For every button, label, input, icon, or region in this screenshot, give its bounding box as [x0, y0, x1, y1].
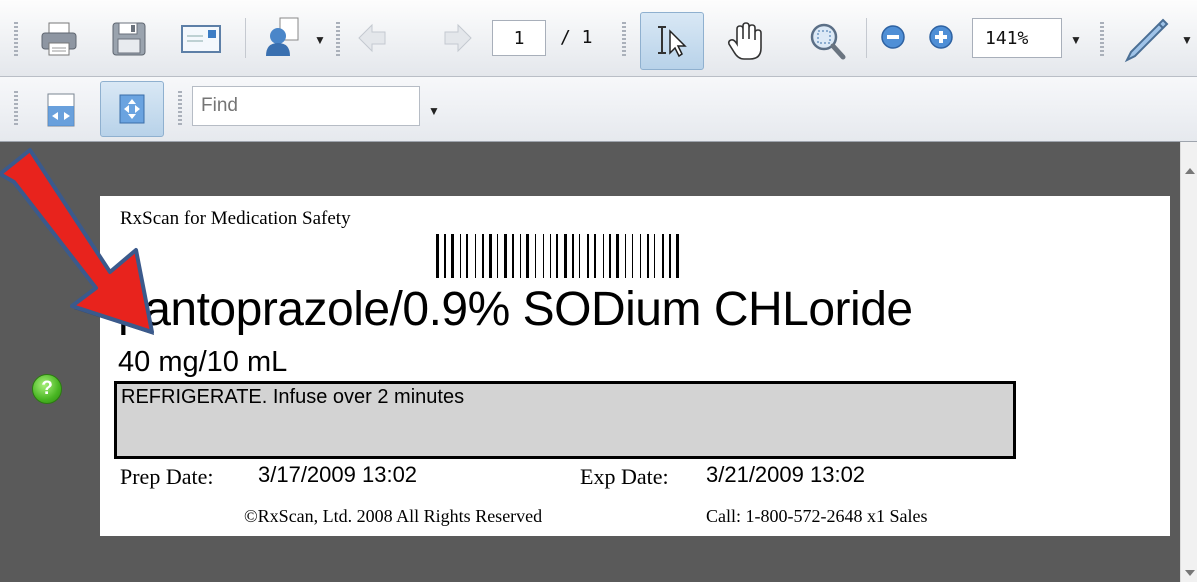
toolbar-separator [245, 18, 246, 58]
print-button[interactable] [36, 16, 82, 62]
toolbar-grip[interactable] [336, 22, 340, 56]
hand-icon [727, 22, 762, 60]
scroll-up-arrow-icon[interactable] [1185, 168, 1195, 174]
arrow-left-icon [358, 23, 386, 53]
exp-date-label: Exp Date: [580, 464, 669, 489]
save-icon [112, 22, 146, 56]
users-dropdown-caret[interactable]: ▼ [314, 33, 326, 47]
find-dropdown-caret[interactable]: ▼ [428, 104, 440, 118]
exp-date-value: 3/21/2009 13:02 [706, 462, 866, 487]
users-icon [266, 17, 299, 56]
prep-date-value: 3/17/2009 13:02 [258, 462, 418, 487]
zoom-out-button[interactable] [878, 22, 908, 52]
save-button[interactable] [106, 16, 152, 62]
zoom-level-field[interactable]: 141% [972, 18, 1062, 58]
prep-date-label: Prep Date: [120, 464, 214, 489]
sign-button[interactable] [1116, 14, 1176, 68]
red-arrow-annotation [0, 148, 154, 335]
instructions-text: REFRIGERATE. Infuse over 2 minutes [121, 386, 465, 408]
toolbar-grip[interactable] [178, 91, 182, 125]
page-total-label: / 1 [560, 27, 593, 48]
barcode [436, 234, 679, 278]
instructions-box: REFRIGERATE. Infuse over 2 minutes [114, 381, 1016, 459]
users-button[interactable] [260, 14, 306, 62]
toolbar-separator [866, 18, 867, 58]
main-toolbar: ▼ 1 / 1 141% ▼ ▼ [0, 0, 1197, 77]
toolbar-grip[interactable] [14, 22, 18, 56]
vertical-scrollbar[interactable] [1180, 142, 1197, 582]
hand-tool-button[interactable] [718, 14, 772, 68]
marquee-zoom-button[interactable] [800, 14, 854, 68]
sales-phone-text: Call: 1-800-572-2648 x1 Sales [706, 506, 928, 526]
previous-page-button[interactable] [352, 18, 392, 58]
plus-circle-icon [929, 25, 953, 49]
scroll-down-arrow-icon[interactable] [1185, 570, 1195, 576]
find-input[interactable] [192, 86, 420, 126]
arrow-right-icon [444, 23, 472, 53]
zoom-in-button[interactable] [926, 22, 956, 52]
email-button[interactable] [176, 16, 226, 62]
toolbar-grip[interactable] [622, 22, 626, 56]
next-page-button[interactable] [438, 18, 478, 58]
zoom-magnifier-icon [810, 23, 846, 60]
help-button[interactable]: ? [32, 374, 62, 404]
page-number-input[interactable]: 1 [492, 20, 546, 56]
zoom-dropdown-caret[interactable]: ▼ [1070, 33, 1082, 47]
drug-name: pantoprazole/0.9% SODium CHLoride [118, 283, 913, 336]
medication-label-page: RxScan for Medication Safety pantoprazol… [100, 196, 1170, 536]
envelope-icon [181, 25, 221, 53]
copyright-text: ©RxScan, Ltd. 2008 All Rights Reserved [244, 506, 543, 526]
pen-icon [1124, 18, 1169, 63]
text-select-cursor-icon [658, 26, 687, 58]
toolbar-grip[interactable] [1100, 22, 1104, 56]
sign-dropdown-caret[interactable]: ▼ [1181, 33, 1193, 47]
select-text-tool-button[interactable] [640, 12, 704, 70]
dose: 40 mg/10 mL [118, 346, 288, 378]
secondary-toolbar: ▼ [0, 77, 1197, 142]
minus-circle-icon [881, 25, 905, 49]
print-icon [41, 22, 77, 56]
